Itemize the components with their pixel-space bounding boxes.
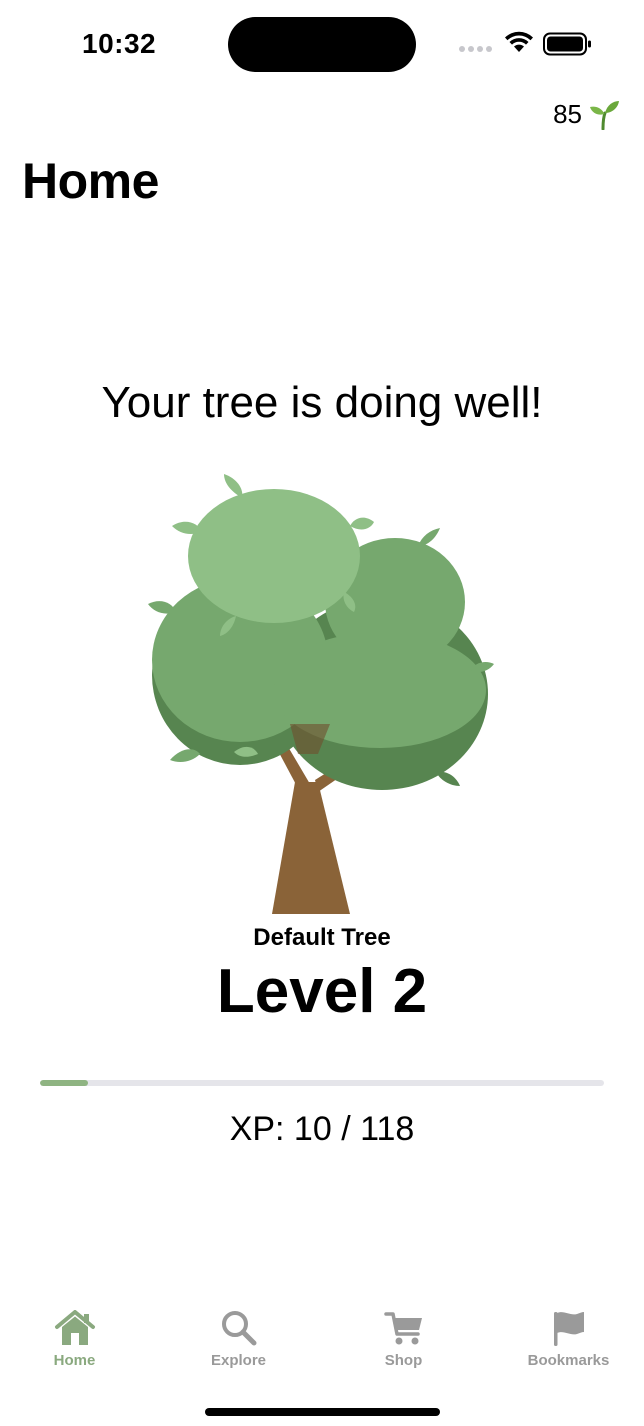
points-value: 85 bbox=[553, 98, 582, 129]
cart-icon bbox=[383, 1312, 422, 1345]
tab-bookmarks-label: Bookmarks bbox=[527, 1352, 610, 1369]
tab-shop-label: Shop bbox=[384, 1352, 423, 1369]
tree-name: Default Tree bbox=[253, 924, 391, 951]
tab-home[interactable]: Home bbox=[0, 1306, 155, 1369]
cellular-signal-icon bbox=[459, 46, 492, 52]
tab-bar: Home Explore Shop Bookmarks bbox=[0, 1306, 644, 1386]
search-icon bbox=[221, 1311, 256, 1346]
status-bar: 10:32 bbox=[0, 0, 644, 88]
xp-progress-fill bbox=[40, 1080, 88, 1086]
home-indicator bbox=[205, 1408, 440, 1416]
tab-bookmarks[interactable]: Bookmarks bbox=[488, 1306, 644, 1369]
tree-level: Level 2 bbox=[216, 957, 428, 1026]
xp-progress-bar bbox=[40, 1080, 604, 1086]
page-title: Home bbox=[22, 153, 159, 209]
points-display: 85 bbox=[553, 98, 620, 130]
house-icon bbox=[54, 1310, 95, 1345]
tree-status-message: Your tree is doing well! bbox=[101, 378, 543, 427]
flag-icon bbox=[553, 1312, 584, 1346]
tab-home-label: Home bbox=[53, 1352, 96, 1369]
battery-icon bbox=[543, 32, 591, 56]
tab-shop[interactable]: Shop bbox=[323, 1306, 484, 1369]
wifi-icon bbox=[505, 31, 533, 52]
dynamic-island bbox=[228, 17, 416, 72]
tab-explore-label: Explore bbox=[210, 1352, 267, 1369]
tab-explore[interactable]: Explore bbox=[158, 1306, 319, 1369]
sprout-icon bbox=[590, 101, 619, 130]
status-time: 10:32 bbox=[82, 28, 157, 59]
xp-text: XP: 10 / 118 bbox=[229, 1110, 415, 1148]
tree-illustration bbox=[148, 474, 494, 914]
